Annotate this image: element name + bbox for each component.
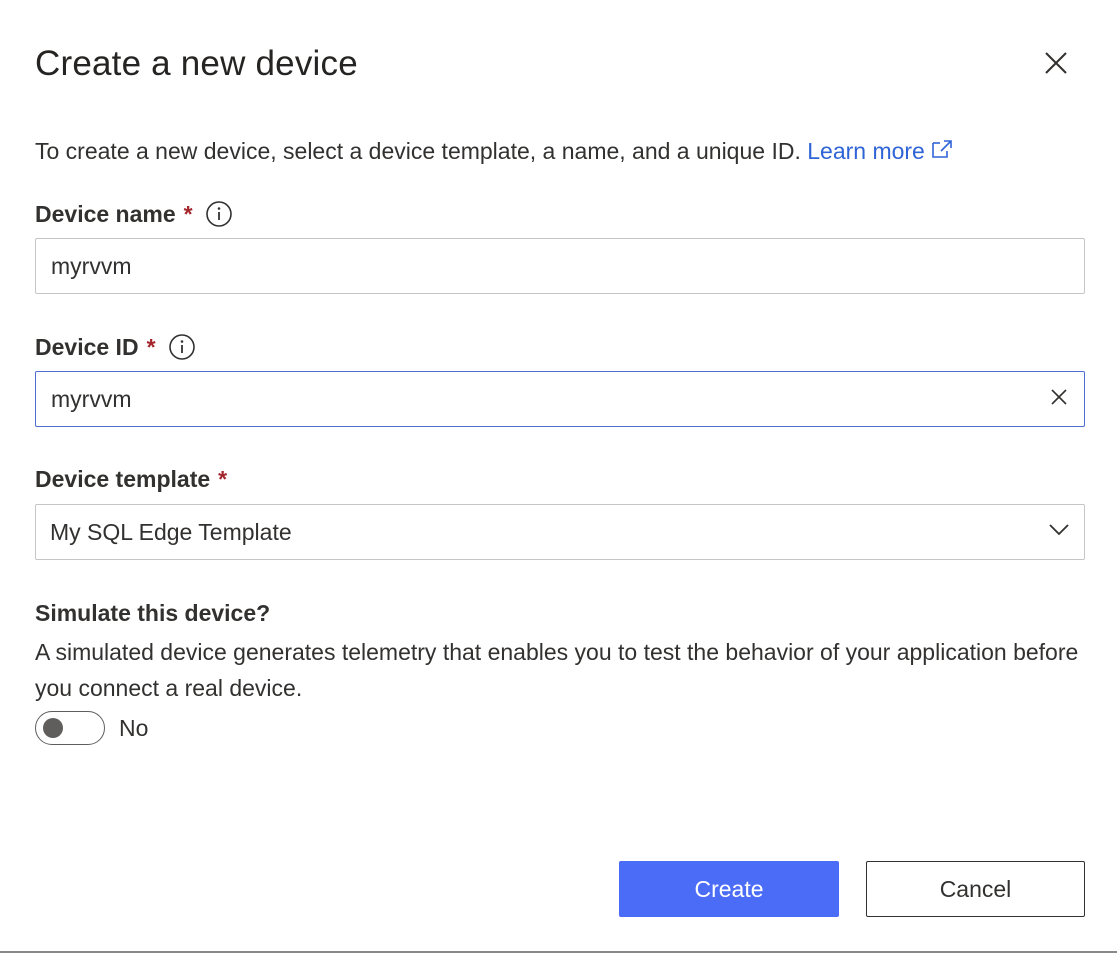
chevron-down-icon — [1048, 523, 1070, 542]
device-name-field[interactable] — [35, 238, 1085, 294]
create-button[interactable]: Create — [619, 861, 839, 917]
simulate-description: A simulated device generates telemetry t… — [35, 639, 1079, 701]
info-icon[interactable] — [205, 200, 233, 228]
device-template-selected: My SQL Edge Template — [50, 518, 292, 545]
learn-more-label: Learn more — [807, 138, 925, 164]
toggle-knob — [43, 718, 63, 738]
device-name-label: Device name * — [35, 200, 233, 228]
device-id-field[interactable] — [35, 371, 1085, 427]
device-name-label-text: Device name — [35, 200, 176, 227]
intro-text: To create a new device, select a device … — [35, 138, 801, 164]
info-icon[interactable] — [168, 333, 196, 361]
close-icon — [1043, 50, 1069, 81]
cancel-button[interactable]: Cancel — [866, 861, 1085, 917]
device-template-label-text: Device template — [35, 466, 211, 492]
dropdown-toggle[interactable] — [1034, 505, 1084, 559]
device-template-dropdown[interactable]: My SQL Edge Template — [35, 504, 1085, 560]
learn-more-link[interactable]: Learn more — [807, 138, 953, 164]
device-id-input[interactable] — [36, 371, 1034, 427]
device-id-label: Device ID * — [35, 333, 196, 361]
simulate-title: Simulate this device? — [35, 600, 271, 626]
device-template-label: Device template * — [35, 466, 227, 493]
toggle-state-label: No — [119, 715, 149, 741]
device-name-input[interactable] — [36, 238, 1084, 294]
intro-paragraph: To create a new device, select a device … — [35, 138, 953, 165]
clear-icon — [1050, 388, 1068, 411]
clear-button[interactable] — [1034, 372, 1084, 426]
required-marker: * — [218, 466, 228, 492]
simulate-toggle[interactable] — [35, 711, 105, 745]
device-id-label-text: Device ID — [35, 333, 139, 360]
required-marker: * — [146, 333, 156, 360]
external-link-icon — [931, 138, 953, 165]
create-device-dialog: Create a new device To create a new devi… — [0, 0, 1117, 953]
dialog-title: Create a new device — [35, 44, 358, 83]
close-button[interactable] — [1037, 46, 1075, 84]
required-marker: * — [183, 200, 193, 227]
